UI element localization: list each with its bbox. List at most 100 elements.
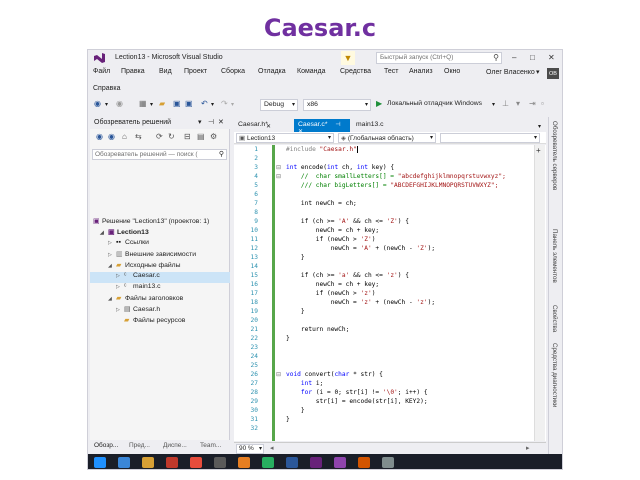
- collapse-icon[interactable]: ⊟: [276, 164, 281, 171]
- tree-item-header-files[interactable]: ◢ ▰ Файлы заголовков: [108, 294, 183, 305]
- close-icon[interactable]: ✕: [548, 53, 555, 62]
- redo-dropdown-icon[interactable]: ▾: [231, 101, 234, 108]
- quick-launch-input[interactable]: Быстрый запуск (Ctrl+Q) ⚲: [376, 52, 502, 64]
- new-project-icon[interactable]: ▦: [139, 99, 147, 108]
- save-all-icon[interactable]: ▣: [185, 99, 193, 108]
- tab-server-explorer[interactable]: Обозреватель серверов: [551, 121, 558, 190]
- pin-icon[interactable]: ⊣: [335, 122, 340, 128]
- expanded-arrow-icon[interactable]: ◢: [108, 296, 116, 302]
- tab-properties[interactable]: Свойства: [551, 305, 558, 332]
- attach-icon[interactable]: ⊥: [502, 99, 509, 108]
- close-icon[interactable]: ✕: [218, 118, 224, 126]
- menu-team[interactable]: Команда: [297, 68, 326, 75]
- show-all-files-icon[interactable]: ▤: [197, 132, 205, 141]
- pending-changes-icon[interactable]: ⟳: [156, 132, 163, 141]
- menu-analyze[interactable]: Анализ: [409, 68, 433, 75]
- tree-item-references[interactable]: ▷ ▪▪ Ссылки: [108, 239, 149, 250]
- tab-dispatcher[interactable]: Диспе...: [163, 442, 187, 449]
- back-dropdown-icon[interactable]: ▾: [105, 101, 108, 108]
- open-folder-icon[interactable]: ▰: [159, 99, 165, 108]
- toolbar-more-icon[interactable]: ▫: [541, 99, 544, 108]
- menu-debug[interactable]: Отладка: [258, 68, 286, 75]
- redo-icon[interactable]: ↷: [221, 99, 228, 108]
- menu-project[interactable]: Проект: [184, 68, 207, 75]
- debugger-dropdown-icon[interactable]: ▾: [492, 101, 495, 108]
- configuration-select[interactable]: Debug ▾: [260, 99, 298, 111]
- collapsed-arrow-icon[interactable]: ▷: [116, 284, 124, 290]
- platform-select[interactable]: x86 ▾: [303, 99, 371, 111]
- member-select[interactable]: ▾: [440, 133, 540, 143]
- app-icon[interactable]: [214, 457, 226, 468]
- scope-select[interactable]: ◈ (Глобальная область) ▾: [338, 133, 436, 143]
- code-editor[interactable]: 1 2 3 4 5 6 7 8 9 10 11 12 13 14 15 16 1…: [234, 145, 546, 441]
- expanded-arrow-icon[interactable]: ◢: [108, 263, 116, 269]
- scroll-left-icon[interactable]: ◂: [270, 444, 274, 452]
- undo-dropdown-icon[interactable]: ▾: [211, 101, 214, 108]
- menu-window[interactable]: Окно: [444, 68, 460, 75]
- collapsed-arrow-icon[interactable]: ▷: [116, 273, 124, 279]
- forward-icon[interactable]: ◉: [108, 132, 115, 141]
- tree-item-source-files[interactable]: ◢ ▰ Исходные файлы: [108, 261, 181, 272]
- app-icon[interactable]: [262, 457, 274, 468]
- app-icon[interactable]: [334, 457, 346, 468]
- tab-caesar-c[interactable]: Caesar.c* ⊣ ✕: [294, 119, 350, 135]
- tree-item-caesar-h[interactable]: ▷ ▤ Caesar.h: [116, 305, 160, 316]
- powerpoint-icon[interactable]: [358, 457, 370, 468]
- visual-studio-icon[interactable]: [310, 457, 322, 468]
- panel-dropdown-icon[interactable]: ▾: [198, 118, 202, 126]
- user-name[interactable]: Олег Власенко: [486, 69, 535, 76]
- collapsed-arrow-icon[interactable]: ▷: [108, 252, 116, 258]
- solution-search-input[interactable]: Обозреватель решений — поиск ( ⚲: [92, 149, 227, 160]
- back-icon[interactable]: ◉: [94, 99, 101, 108]
- new-dropdown-icon[interactable]: ▾: [150, 101, 153, 108]
- collapse-icon[interactable]: ⊟: [276, 173, 281, 180]
- scroll-right-icon[interactable]: ▸: [526, 444, 530, 452]
- start-debug-button[interactable]: Локальный отладчик Windows: [387, 100, 482, 107]
- zoom-select[interactable]: 90 % ▾: [236, 444, 264, 454]
- tree-item-solution[interactable]: ▣ Решение "Lection13" (проектов: 1): [93, 217, 209, 228]
- collapse-all-icon[interactable]: ⊟: [184, 132, 191, 141]
- step-icon[interactable]: ⇥: [529, 99, 536, 108]
- save-icon[interactable]: ▣: [173, 99, 181, 108]
- sync-icon[interactable]: ⇆: [135, 132, 142, 141]
- app-icon[interactable]: [166, 457, 178, 468]
- menu-help[interactable]: Справка: [93, 85, 120, 92]
- pin-icon[interactable]: ⊣: [208, 118, 214, 126]
- tree-item-project[interactable]: ◢ ▣ Lection13: [100, 228, 149, 239]
- collapse-icon[interactable]: ⊟: [276, 371, 281, 378]
- collapsed-arrow-icon[interactable]: ▷: [108, 240, 116, 246]
- collapsed-arrow-icon[interactable]: ▷: [116, 307, 124, 313]
- word-icon[interactable]: [286, 457, 298, 468]
- explorer-icon[interactable]: [142, 457, 154, 468]
- start-debug-icon[interactable]: ▶: [376, 99, 382, 108]
- tab-team[interactable]: Team...: [200, 442, 221, 449]
- tab-toolbox[interactable]: Панель элементов: [551, 229, 558, 283]
- menu-file[interactable]: Файл: [93, 68, 110, 75]
- expanded-arrow-icon[interactable]: ◢: [100, 230, 108, 236]
- project-select[interactable]: ▣ Lection13 ▾: [236, 133, 334, 143]
- app-icon[interactable]: [382, 457, 394, 468]
- tab-diagnostic-tools[interactable]: Средства диагностики: [551, 343, 558, 407]
- avatar[interactable]: OB: [547, 68, 559, 79]
- menu-tools[interactable]: Средства: [340, 68, 371, 75]
- maximize-icon[interactable]: □: [530, 53, 535, 62]
- refresh-icon[interactable]: ↻: [168, 132, 175, 141]
- home-icon[interactable]: ◉: [96, 132, 103, 141]
- home-page-icon[interactable]: ⌂: [122, 132, 127, 141]
- undo-icon[interactable]: ↶: [201, 99, 208, 108]
- edge-icon[interactable]: [118, 457, 130, 468]
- menu-view[interactable]: Вид: [159, 68, 172, 75]
- split-editor-icon[interactable]: +: [536, 146, 541, 155]
- menu-edit[interactable]: Правка: [121, 68, 145, 75]
- toolbar-options-icon[interactable]: ▾: [516, 99, 520, 108]
- vertical-scrollbar[interactable]: [534, 145, 545, 441]
- menu-build[interactable]: Сборка: [221, 68, 245, 75]
- acrobat-icon[interactable]: [190, 457, 202, 468]
- menu-test[interactable]: Тест: [384, 68, 398, 75]
- user-dropdown-icon[interactable]: ▾: [536, 68, 540, 76]
- tab-solution-explorer[interactable]: Обозр...: [94, 442, 118, 449]
- tab-preview[interactable]: Пред...: [129, 442, 150, 449]
- browser-icon[interactable]: [238, 457, 250, 468]
- minimize-icon[interactable]: –: [512, 53, 516, 62]
- forward-icon[interactable]: ◉: [116, 99, 123, 108]
